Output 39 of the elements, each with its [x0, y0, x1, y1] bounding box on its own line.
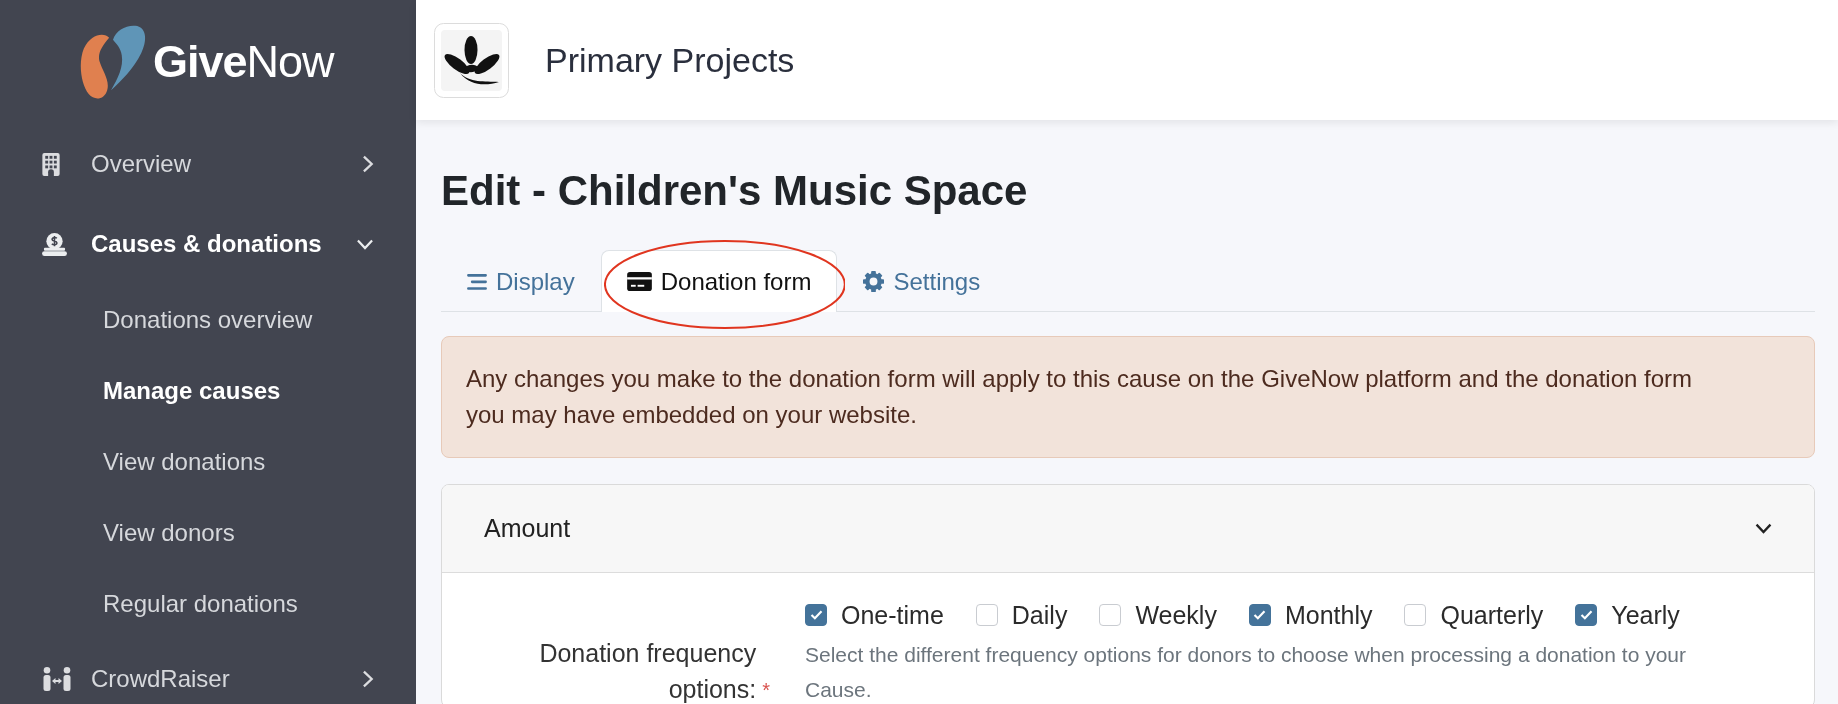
help-text: Select the different frequency options for donors to choose when processing a donation to your Cause.	[805, 642, 1687, 703]
gear-icon	[863, 271, 885, 292]
logo-text: GiveNow	[153, 37, 334, 87]
checkbox-label[interactable]: Quarterly	[1440, 597, 1544, 633]
bars-icon	[467, 273, 487, 290]
sidebar-subitem[interactable]: Regular donations	[0, 568, 416, 639]
tab[interactable]: Donation form	[600, 250, 838, 312]
sidebar-item[interactable]: CrowdRaiser	[0, 639, 416, 704]
credit-card-icon	[626, 272, 652, 291]
checkbox-label[interactable]: Daily	[1011, 597, 1068, 633]
checkmark-icon	[1253, 610, 1267, 620]
sidebar-item[interactable]: Causes & donations	[0, 204, 416, 284]
sidebar-item[interactable]: Overview	[0, 124, 416, 204]
leaf-logo-icon	[434, 22, 509, 98]
page-title: Edit - Children's Music Space	[441, 166, 1029, 216]
checkbox[interactable]	[1248, 604, 1271, 626]
checkmark-icon	[1579, 610, 1593, 620]
sidebar-subitem[interactable]: Manage causes	[0, 355, 416, 426]
sidebar-subitem[interactable]: Donations overview	[0, 284, 416, 355]
heart-logo-icon	[79, 24, 147, 100]
checkbox-label[interactable]: One-time	[841, 597, 944, 633]
checkbox[interactable]	[805, 604, 827, 626]
building-icon	[42, 152, 60, 176]
checkbox-label[interactable]: Yearly	[1611, 597, 1680, 633]
required-mark: *	[762, 678, 770, 703]
tab[interactable]: Display	[441, 250, 601, 312]
checkbox-label[interactable]: Monthly	[1284, 597, 1373, 633]
sidebar-subitem[interactable]: View donations	[0, 426, 416, 497]
people-arrows-icon	[42, 667, 72, 691]
checkmark-icon	[809, 610, 823, 620]
tab[interactable]: Settings	[837, 250, 1007, 312]
alert-message: Any changes you make to the donation form will apply to this cause on the GiveNow platform and the donation form you may have embedded on your website.	[441, 336, 1815, 458]
dollar-coin-icon	[42, 232, 67, 256]
organization-name: Primary Projects	[545, 40, 795, 80]
sidebar-subitem[interactable]: View donors	[0, 497, 416, 568]
accordion-header[interactable]: Amount	[442, 485, 1814, 573]
checkbox[interactable]	[1575, 604, 1598, 626]
checkbox-label[interactable]: Weekly	[1135, 597, 1217, 633]
field-label: Donation frequency options:	[538, 638, 757, 704]
